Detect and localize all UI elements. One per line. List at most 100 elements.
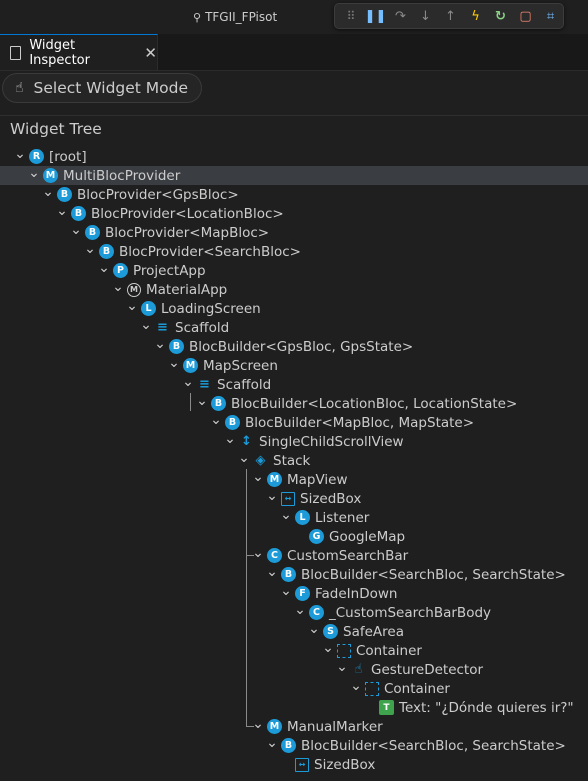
chevron-down-icon[interactable]: ⌄ bbox=[55, 204, 69, 221]
chevron-down-icon[interactable]: ⌄ bbox=[97, 261, 111, 278]
tree-node[interactable]: ⌄ S SafeArea bbox=[0, 622, 588, 641]
tree-node[interactable]: ⌄ B BlocBuilder<GpsBloc, GpsState> bbox=[0, 337, 588, 356]
tree-node[interactable]: ⌄ L Listener bbox=[0, 508, 588, 527]
tab-label: Widget Inspector bbox=[29, 37, 90, 68]
tree-node[interactable]: ⌄ M MultiBlocProvider bbox=[0, 166, 588, 185]
tree-node-label: Scaffold bbox=[217, 376, 272, 393]
widget-type-icon: L bbox=[141, 301, 156, 316]
chevron-down-icon[interactable]: ⌄ bbox=[41, 185, 55, 202]
tree-node[interactable]: ↔ SizedBox bbox=[0, 755, 588, 774]
tree-node-label: _CustomSearchBarBody bbox=[329, 604, 492, 621]
chevron-down-icon[interactable]: ⌄ bbox=[265, 565, 279, 582]
tree-node[interactable]: ⌄ B BlocProvider<MapBloc> bbox=[0, 223, 588, 242]
chevron-down-icon[interactable]: ⌄ bbox=[349, 679, 363, 696]
tree-node[interactable]: G GoogleMap bbox=[0, 527, 588, 546]
chevron-down-icon[interactable]: ⌄ bbox=[279, 508, 293, 525]
tree-node[interactable]: ⌄ Container bbox=[0, 679, 588, 698]
widget-type-icon: B bbox=[99, 244, 114, 259]
tree-node-label: MultiBlocProvider bbox=[63, 167, 181, 184]
chevron-down-icon[interactable]: ⌄ bbox=[69, 223, 83, 240]
tree-node[interactable]: ⌄ M ManualMarker bbox=[0, 717, 588, 736]
command-center[interactable]: ⚲ TFGII_FPisot bbox=[193, 8, 277, 26]
chevron-down-icon[interactable]: ⌄ bbox=[251, 470, 265, 487]
tree-node[interactable]: ⌄ M MapScreen bbox=[0, 356, 588, 375]
tree-node[interactable]: T Text: "¿Dónde quieres ir?" bbox=[0, 698, 588, 717]
tree-node-label: ManualMarker bbox=[287, 718, 383, 735]
tree-node[interactable]: ⌄ B BlocProvider<GpsBloc> bbox=[0, 185, 588, 204]
tree-node[interactable]: ⌄ B BlocBuilder<MapBloc, MapState> bbox=[0, 413, 588, 432]
search-icon: ⚲ bbox=[193, 10, 202, 24]
tree-node[interactable]: ⌄ B BlocBuilder<SearchBloc, SearchState> bbox=[0, 736, 588, 755]
tree-node-label: Listener bbox=[315, 509, 370, 526]
inspect-icon[interactable]: ⌗ bbox=[541, 7, 560, 26]
stop-icon[interactable]: ▢ bbox=[516, 7, 535, 26]
tree-guide-line bbox=[246, 469, 247, 726]
tree-node[interactable]: ⌄ B BlocBuilder<SearchBloc, SearchState> bbox=[0, 565, 588, 584]
tree-node[interactable]: ⌄ ☝ GestureDetector bbox=[0, 660, 588, 679]
widget-type-icon: ≡ bbox=[199, 377, 210, 392]
widget-type-icon: P bbox=[113, 263, 128, 278]
chevron-down-icon[interactable]: ⌄ bbox=[13, 147, 27, 164]
chevron-down-icon[interactable]: ⌄ bbox=[139, 318, 153, 335]
chevron-down-icon[interactable]: ⌄ bbox=[321, 641, 335, 658]
step-into-icon[interactable]: ↓ bbox=[416, 7, 435, 26]
tree-node[interactable]: ⌄ ↔ SizedBox bbox=[0, 489, 588, 508]
widget-type-icon: ≡ bbox=[157, 320, 168, 335]
select-widget-mode-button[interactable]: ☝ Select Widget Mode bbox=[2, 73, 202, 103]
widget-type-icon bbox=[337, 643, 351, 658]
close-icon[interactable]: ✕ bbox=[144, 44, 157, 62]
tree-guide-line bbox=[190, 393, 191, 411]
widget-type-icon: M bbox=[267, 472, 282, 487]
tree-node[interactable]: ⌄ ≡ Scaffold bbox=[0, 318, 588, 337]
tree-node[interactable]: ⌄ R [root] bbox=[0, 147, 588, 166]
chevron-down-icon[interactable]: ⌄ bbox=[237, 451, 251, 468]
tree-node-label: MaterialApp bbox=[146, 281, 228, 298]
tree-node[interactable]: ⌄ ↕ SingleChildScrollView bbox=[0, 432, 588, 451]
chevron-down-icon[interactable]: ⌄ bbox=[223, 432, 237, 449]
chevron-down-icon[interactable]: ⌄ bbox=[195, 394, 209, 411]
chevron-down-icon[interactable]: ⌄ bbox=[265, 489, 279, 506]
chevron-down-icon[interactable]: ⌄ bbox=[153, 337, 167, 354]
chevron-down-icon[interactable]: ⌄ bbox=[209, 413, 223, 430]
tree-guide-line bbox=[246, 726, 254, 727]
grip-icon[interactable]: ⠿ bbox=[341, 7, 360, 26]
pause-icon[interactable]: ❚❚ bbox=[365, 7, 387, 26]
widget-type-icon: S bbox=[323, 624, 338, 639]
chevron-down-icon[interactable]: ⌄ bbox=[83, 242, 97, 259]
tree-node[interactable]: ⌄ F FadeInDown bbox=[0, 584, 588, 603]
chevron-down-icon[interactable]: ⌄ bbox=[181, 375, 195, 392]
hot-reload-icon[interactable]: ϟ bbox=[466, 7, 485, 26]
tree-node-label: SizedBox bbox=[314, 756, 376, 773]
tree-node[interactable]: ⌄ L LoadingScreen bbox=[0, 299, 588, 318]
chevron-down-icon[interactable]: ⌄ bbox=[125, 299, 139, 316]
tree-node[interactable]: ⌄ ◈ Stack bbox=[0, 451, 588, 470]
divider bbox=[0, 115, 588, 116]
tree-node-label: BlocBuilder<GpsBloc, GpsState> bbox=[189, 338, 414, 355]
tree-node[interactable]: ⌄ C _CustomSearchBarBody bbox=[0, 603, 588, 622]
tree-node-label: Text: "¿Dónde quieres ir?" bbox=[399, 699, 574, 716]
chevron-down-icon[interactable]: ⌄ bbox=[111, 280, 125, 297]
chevron-down-icon[interactable]: ⌄ bbox=[335, 660, 349, 677]
tree-node[interactable]: ⌄ M MapView bbox=[0, 470, 588, 489]
chevron-down-icon[interactable]: ⌄ bbox=[293, 603, 307, 620]
chevron-down-icon[interactable]: ⌄ bbox=[307, 622, 321, 639]
step-out-icon[interactable]: ↑ bbox=[441, 7, 460, 26]
tree-node[interactable]: ⌄ M MaterialApp bbox=[0, 280, 588, 299]
tree-node[interactable]: ⌄ ≡ Scaffold bbox=[0, 375, 588, 394]
tree-node[interactable]: ⌄ B BlocBuilder<LocationBloc, LocationStat… bbox=[0, 394, 588, 413]
chevron-down-icon[interactable]: ⌄ bbox=[27, 166, 41, 183]
chevron-down-icon[interactable]: ⌄ bbox=[167, 356, 181, 373]
restart-icon[interactable]: ↻ bbox=[491, 7, 510, 26]
chevron-down-icon[interactable]: ⌄ bbox=[265, 736, 279, 753]
tree-node[interactable]: ⌄ C CustomSearchBar bbox=[0, 546, 588, 565]
tree-node[interactable]: ⌄ B BlocProvider<LocationBloc> bbox=[0, 204, 588, 223]
step-over-icon[interactable]: ↷ bbox=[391, 7, 410, 26]
chevron-down-icon[interactable]: ⌄ bbox=[279, 584, 293, 601]
tab-widget-inspector[interactable]: Widget Inspector ✕ bbox=[0, 34, 158, 70]
tree-node[interactable]: ⌄ B BlocProvider<SearchBloc> bbox=[0, 242, 588, 261]
tree-node[interactable]: ⌄ P ProjectApp bbox=[0, 261, 588, 280]
tree-node-label: CustomSearchBar bbox=[287, 547, 409, 564]
tree-node-label: ProjectApp bbox=[133, 262, 206, 279]
tree-node[interactable]: ⌄ Container bbox=[0, 641, 588, 660]
